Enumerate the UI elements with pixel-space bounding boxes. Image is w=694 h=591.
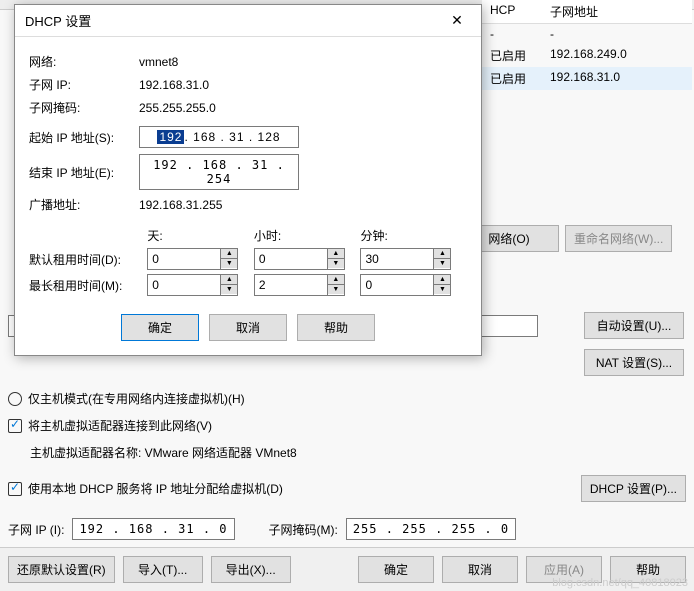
broadcast-label: 广播地址: [29, 196, 139, 213]
end-ip-input[interactable]: 192 . 168 . 31 . 254 [139, 154, 299, 190]
max-lease-label: 最长租用时间(M): [29, 277, 147, 294]
network-value: vmnet8 [139, 55, 178, 69]
max-hours-spinner[interactable]: ▲▼ [254, 274, 353, 296]
rename-network-button: 重命名网络(W)... [565, 225, 672, 252]
subnet-ip-input[interactable]: 192 . 168 . 31 . 0 [72, 518, 234, 540]
start-ip-label: 起始 IP 地址(S): [29, 129, 139, 146]
host-adapter-checkbox[interactable] [8, 419, 22, 433]
cancel-button[interactable]: 取消 [442, 556, 518, 583]
start-ip-input[interactable]: 192. 168 . 31 . 128 [139, 126, 299, 148]
host-adapter-name: 主机虚拟适配器名称: VMware 网络适配器 VMnet8 [30, 444, 686, 461]
chevron-down-icon: ▼ [221, 285, 237, 294]
subnet-ip-label: 子网 IP (I): [8, 521, 64, 538]
ok-button[interactable]: 确定 [358, 556, 434, 583]
chevron-down-icon: ▼ [328, 285, 344, 294]
dhcp-label: 使用本地 DHCP 服务将 IP 地址分配给虚拟机(D) [28, 480, 283, 497]
restore-defaults-button[interactable]: 还原默认设置(R) [8, 556, 115, 583]
hostonly-radio[interactable] [8, 392, 22, 406]
chevron-up-icon: ▲ [434, 275, 450, 285]
chevron-down-icon: ▼ [434, 285, 450, 294]
subnet-mask-label: 子网掩码: [29, 99, 139, 116]
dialog-cancel-button[interactable]: 取消 [209, 314, 287, 341]
chevron-up-icon: ▲ [221, 249, 237, 259]
default-hours-spinner[interactable]: ▲▼ [254, 248, 353, 270]
host-adapter-label: 将主机虚拟适配器连接到此网络(V) [28, 417, 212, 434]
chevron-up-icon: ▲ [328, 275, 344, 285]
import-button[interactable]: 导入(T)... [123, 556, 203, 583]
watermark: blog.csdn.net/qq_40818023 [552, 577, 688, 589]
col-subnet[interactable]: 子网地址 [542, 0, 692, 24]
export-button[interactable]: 导出(X)... [211, 556, 291, 583]
end-ip-label: 结束 IP 地址(E): [29, 164, 139, 181]
table-row[interactable]: - - [482, 24, 692, 44]
chevron-up-icon: ▲ [221, 275, 237, 285]
dialog-help-button[interactable]: 帮助 [297, 314, 375, 341]
subnet-ip-label: 子网 IP: [29, 76, 139, 93]
close-icon[interactable]: ✕ [443, 12, 471, 29]
network-table: HCP 子网地址 - - 已启用 192.168.249.0 已启用 192.1… [482, 0, 692, 90]
chevron-up-icon: ▲ [328, 249, 344, 259]
dhcp-settings-button[interactable]: DHCP 设置(P)... [581, 475, 686, 502]
minute-header: 分钟: [360, 227, 467, 244]
chevron-down-icon: ▼ [221, 259, 237, 268]
max-days-spinner[interactable]: ▲▼ [147, 274, 246, 296]
broadcast-value: 192.168.31.255 [139, 198, 222, 212]
subnet-mask-value: 255.255.255.0 [139, 101, 216, 115]
table-row[interactable]: 已启用 192.168.31.0 [482, 67, 692, 90]
hostonly-label: 仅主机模式(在专用网络内连接虚拟机)(H) [28, 390, 245, 407]
table-row[interactable]: 已启用 192.168.249.0 [482, 44, 692, 67]
dialog-ok-button[interactable]: 确定 [121, 314, 199, 341]
subnet-ip-value: 192.168.31.0 [139, 78, 209, 92]
default-lease-label: 默认租用时间(D): [29, 251, 147, 268]
chevron-down-icon: ▼ [328, 259, 344, 268]
hour-header: 小时: [254, 227, 361, 244]
network-label: 网络: [29, 53, 139, 70]
default-days-spinner[interactable]: ▲▼ [147, 248, 246, 270]
chevron-up-icon: ▲ [434, 249, 450, 259]
subnet-mask-label: 子网掩码(M): [269, 521, 338, 538]
dhcp-settings-dialog: DHCP 设置 ✕ 网络: vmnet8 子网 IP: 192.168.31.0… [14, 4, 482, 356]
default-minutes-spinner[interactable]: ▲▼ [360, 248, 459, 270]
max-minutes-spinner[interactable]: ▲▼ [360, 274, 459, 296]
dialog-title: DHCP 设置 [25, 11, 443, 30]
col-dhcp[interactable]: HCP [482, 0, 542, 24]
chevron-down-icon: ▼ [434, 259, 450, 268]
dhcp-checkbox[interactable] [8, 482, 22, 496]
day-header: 天: [147, 227, 254, 244]
subnet-mask-input[interactable]: 255 . 255 . 255 . 0 [346, 518, 516, 540]
